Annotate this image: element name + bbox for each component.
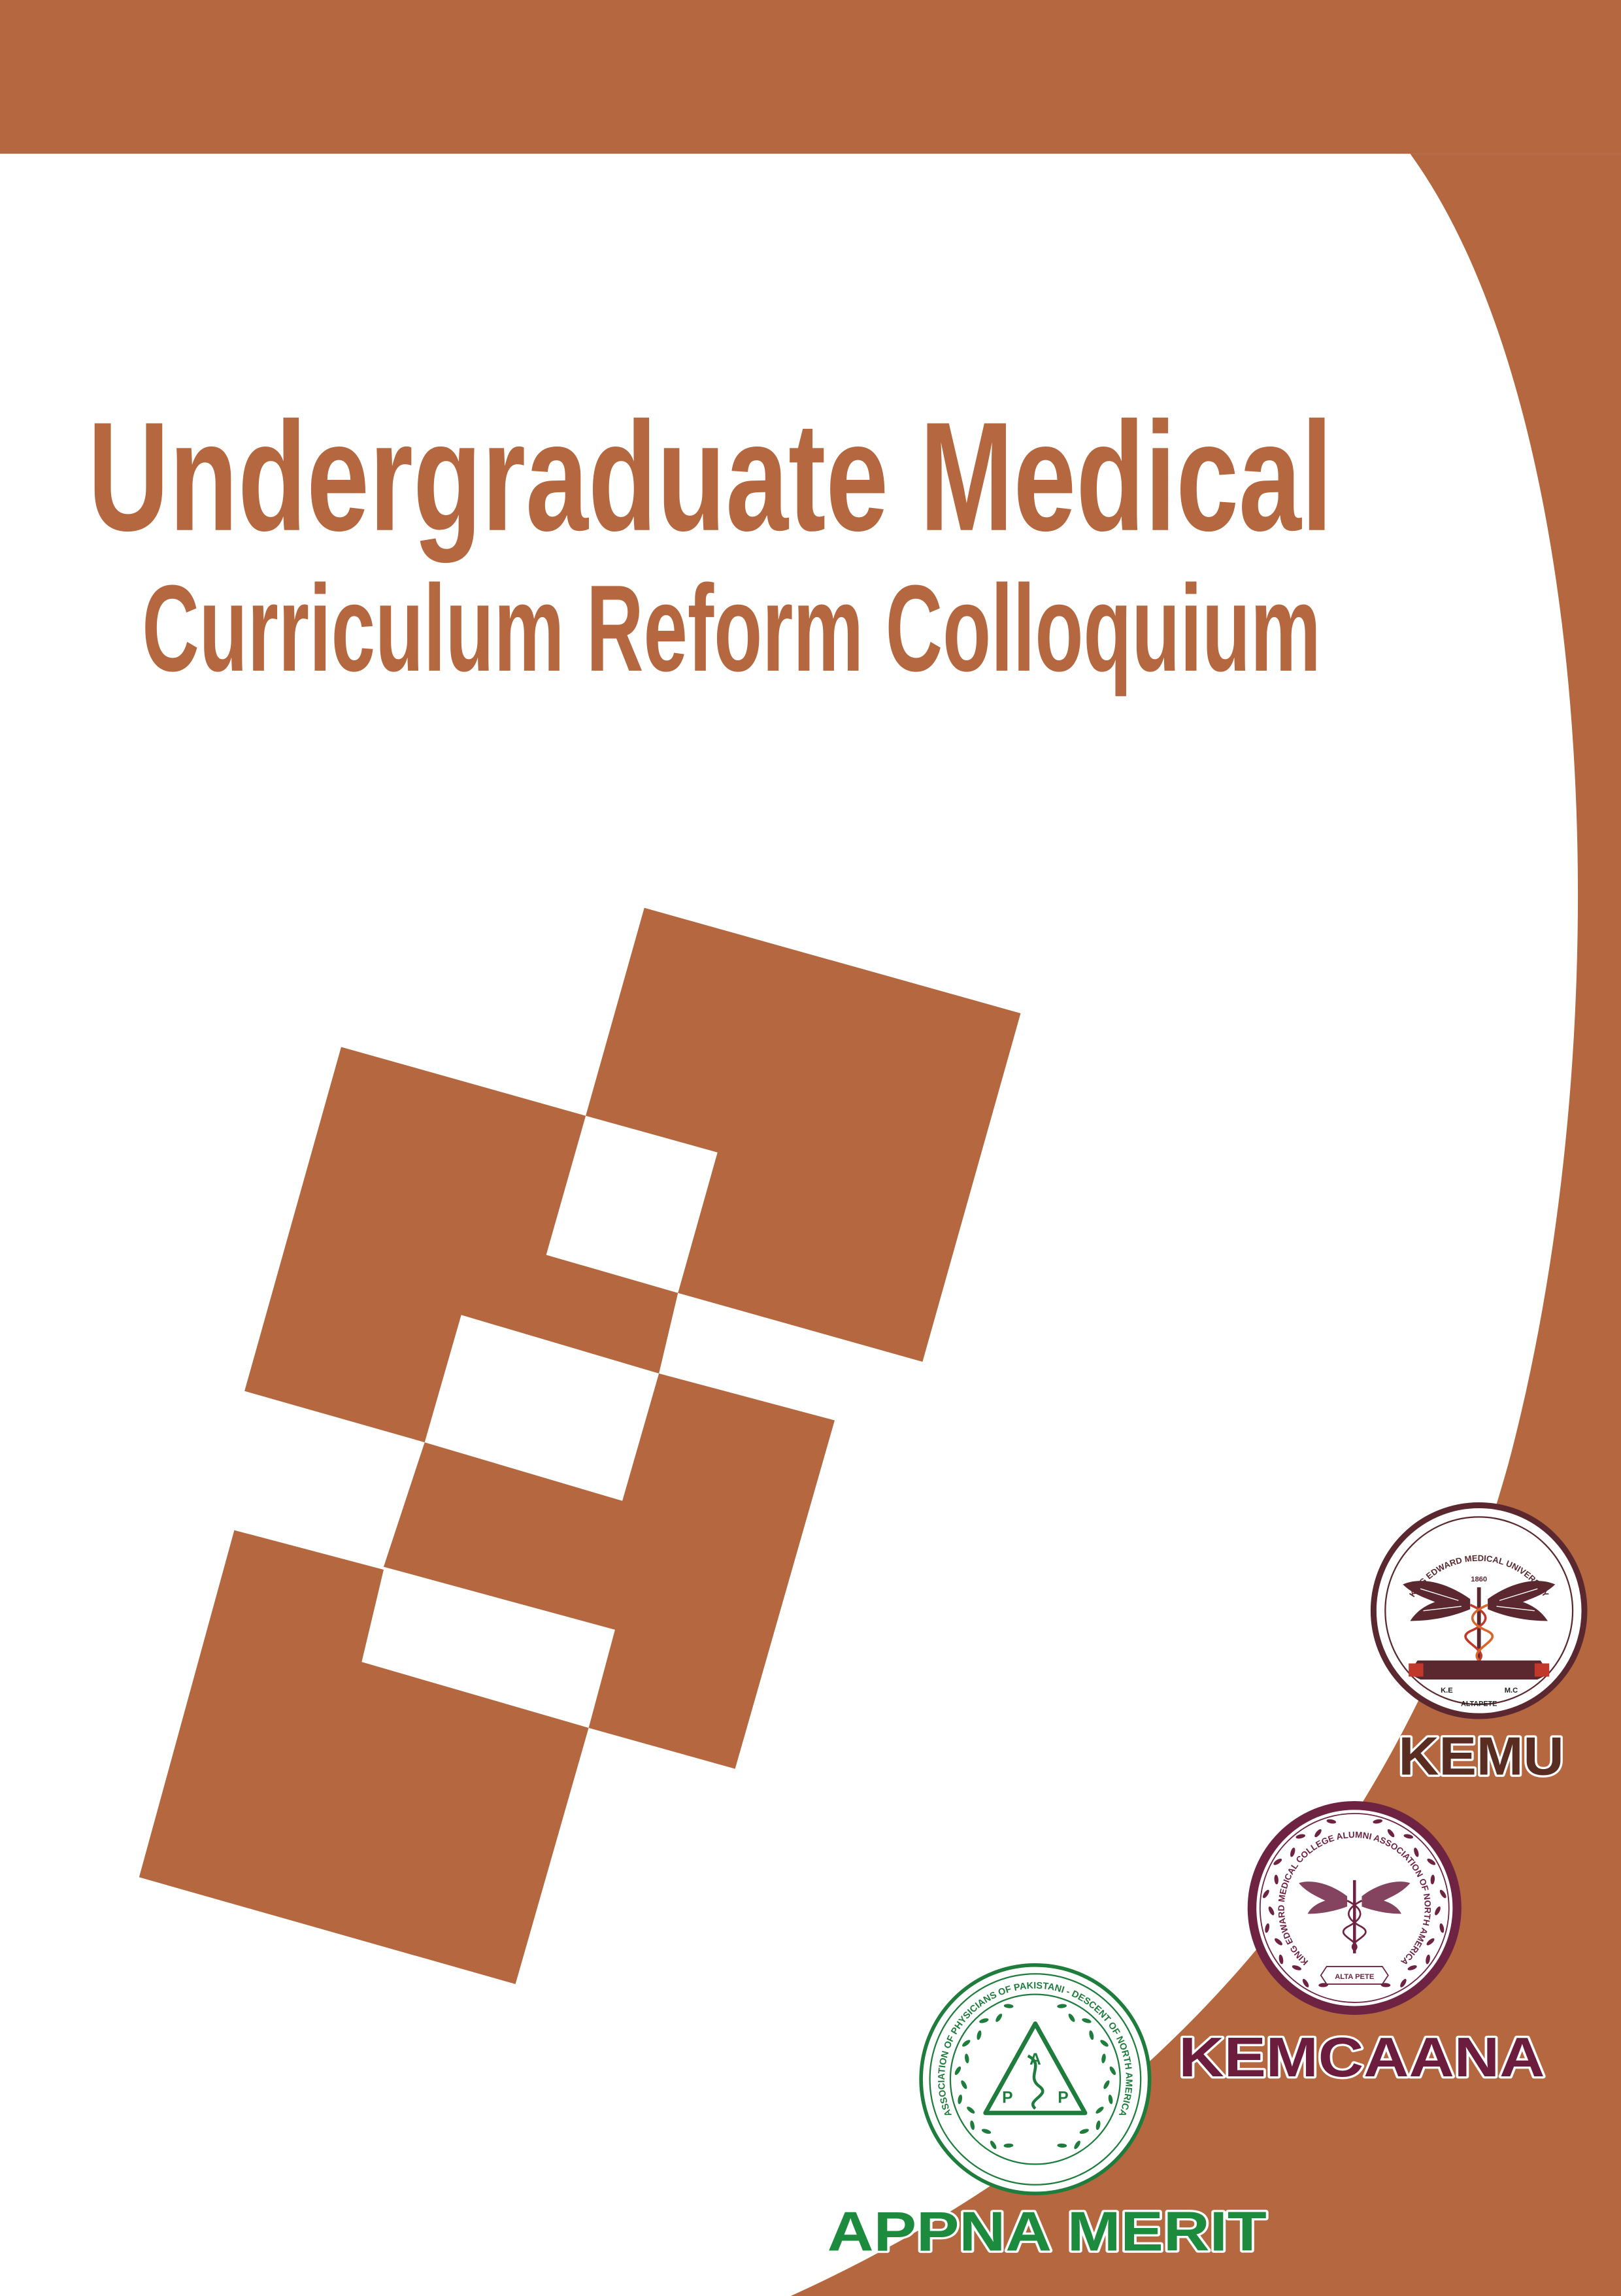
kemcaana-motto: ALTA PETE (1335, 1973, 1375, 1981)
appna-label: APPNA MERIT (827, 2201, 1267, 2263)
title-line-1: Undergraduate Medical (88, 390, 1332, 564)
kemu-motto: ALTAPETE (1461, 1700, 1497, 1708)
kemu-banner-right-end (1534, 1663, 1550, 1677)
appna-letter-right: P (1058, 2089, 1068, 2106)
appna-letter-left: P (1002, 2089, 1012, 2106)
appna-seal: ASSOCIATION OF PHYSICIANS OF PAKISTANI -… (919, 1963, 1152, 2196)
kemcaana-seal: KING EDWARD MEDICAL COLLEGE ALUMNI ASSOC… (1247, 1800, 1462, 2015)
top-band (0, 0, 1621, 154)
kemu-year: 1860 (1471, 1576, 1487, 1583)
cover-artwork: Undergraduate Medical Curriculum Reform … (0, 0, 1621, 2296)
kemu-banner (1409, 1660, 1550, 1680)
appna-letter-top: A (1029, 2051, 1041, 2068)
block-pattern (139, 907, 1021, 1984)
cover-page: Undergraduate Medical Curriculum Reform … (0, 0, 1621, 2296)
kemu-banner-left-text: K.E (1441, 1687, 1453, 1695)
kemu-banner-right-text: M.C (1505, 1687, 1518, 1695)
kemu-banner-left-end (1409, 1663, 1424, 1677)
title-line-2: Curriculum Reform Colloquium (142, 560, 1320, 697)
kemu-label: KEMU (1398, 1726, 1563, 1787)
kemcaana-label: KEMCAANA (1178, 2027, 1545, 2089)
kemu-seal: KING EDWARD MEDICAL UNIVERSITY 1860 K.E … (1370, 1502, 1588, 1719)
